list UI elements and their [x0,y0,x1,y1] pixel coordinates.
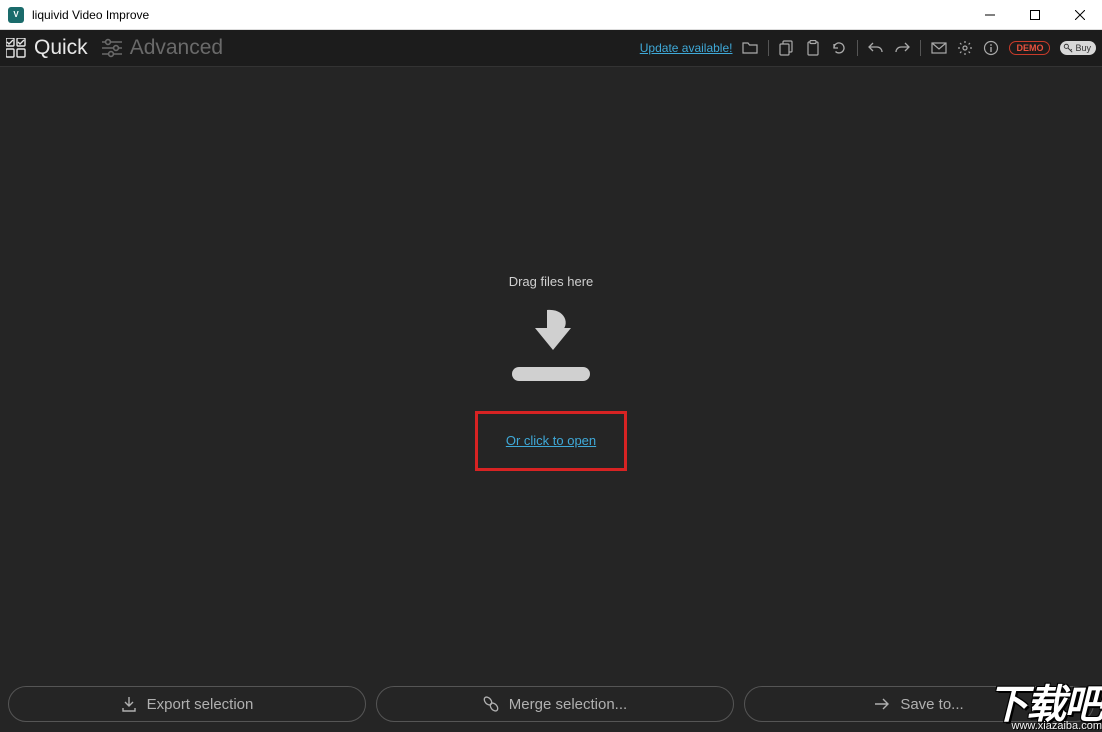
mail-icon[interactable] [931,40,947,56]
window-title: liquivid Video Improve [32,8,967,22]
tab-quick-label: Quick [34,36,88,60]
export-label: Export selection [147,696,254,713]
merge-label: Merge selection... [509,696,627,713]
close-button[interactable] [1057,0,1102,29]
demo-badge[interactable]: DEMO [1009,41,1050,55]
export-icon [121,696,137,712]
app-body: Quick Advanced Update available! [0,30,1102,732]
paste-icon[interactable] [805,40,821,56]
info-icon[interactable] [983,40,999,56]
merge-selection-button[interactable]: Merge selection... [376,686,734,722]
export-selection-button[interactable]: Export selection [8,686,366,722]
click-to-open-link[interactable]: Or click to open [506,433,596,448]
window-controls [967,0,1102,29]
toolbar-separator [920,40,921,56]
toolbar: Quick Advanced Update available! [0,30,1102,67]
advanced-icon [102,38,122,58]
refresh-icon[interactable] [831,40,847,56]
save-label: Save to... [900,696,963,713]
merge-icon [483,696,499,712]
toolbar-separator [857,40,858,56]
minimize-button[interactable] [967,0,1012,29]
app-icon: V [8,7,24,23]
tab-advanced-label: Advanced [130,36,223,60]
drop-zone[interactable]: Drag files here Or click to open [0,67,1102,678]
tab-advanced[interactable]: Advanced [102,36,223,60]
gear-icon[interactable] [957,40,973,56]
drag-files-label: Drag files here [509,274,594,289]
maximize-button[interactable] [1012,0,1057,29]
undo-icon[interactable] [868,40,884,56]
bottom-bar: Export selection Merge selection... Save… [0,678,1102,732]
toolbar-right: Update available! [640,40,1096,56]
key-icon [1063,43,1073,53]
quick-icon [6,38,26,58]
arrow-right-icon [874,696,890,712]
buy-label: Buy [1075,43,1091,53]
copy-icon[interactable] [779,40,795,56]
update-available-link[interactable]: Update available! [640,41,733,55]
tab-quick[interactable]: Quick [6,36,88,60]
toolbar-separator [768,40,769,56]
open-folder-icon[interactable] [742,40,758,56]
save-to-button[interactable]: Save to... [744,686,1094,722]
titlebar: V liquivid Video Improve [0,0,1102,30]
download-icon [506,307,596,387]
redo-icon[interactable] [894,40,910,56]
mode-tabs: Quick Advanced [6,36,223,60]
buy-button[interactable]: Buy [1060,41,1096,55]
highlighted-open-link-box: Or click to open [475,411,627,471]
